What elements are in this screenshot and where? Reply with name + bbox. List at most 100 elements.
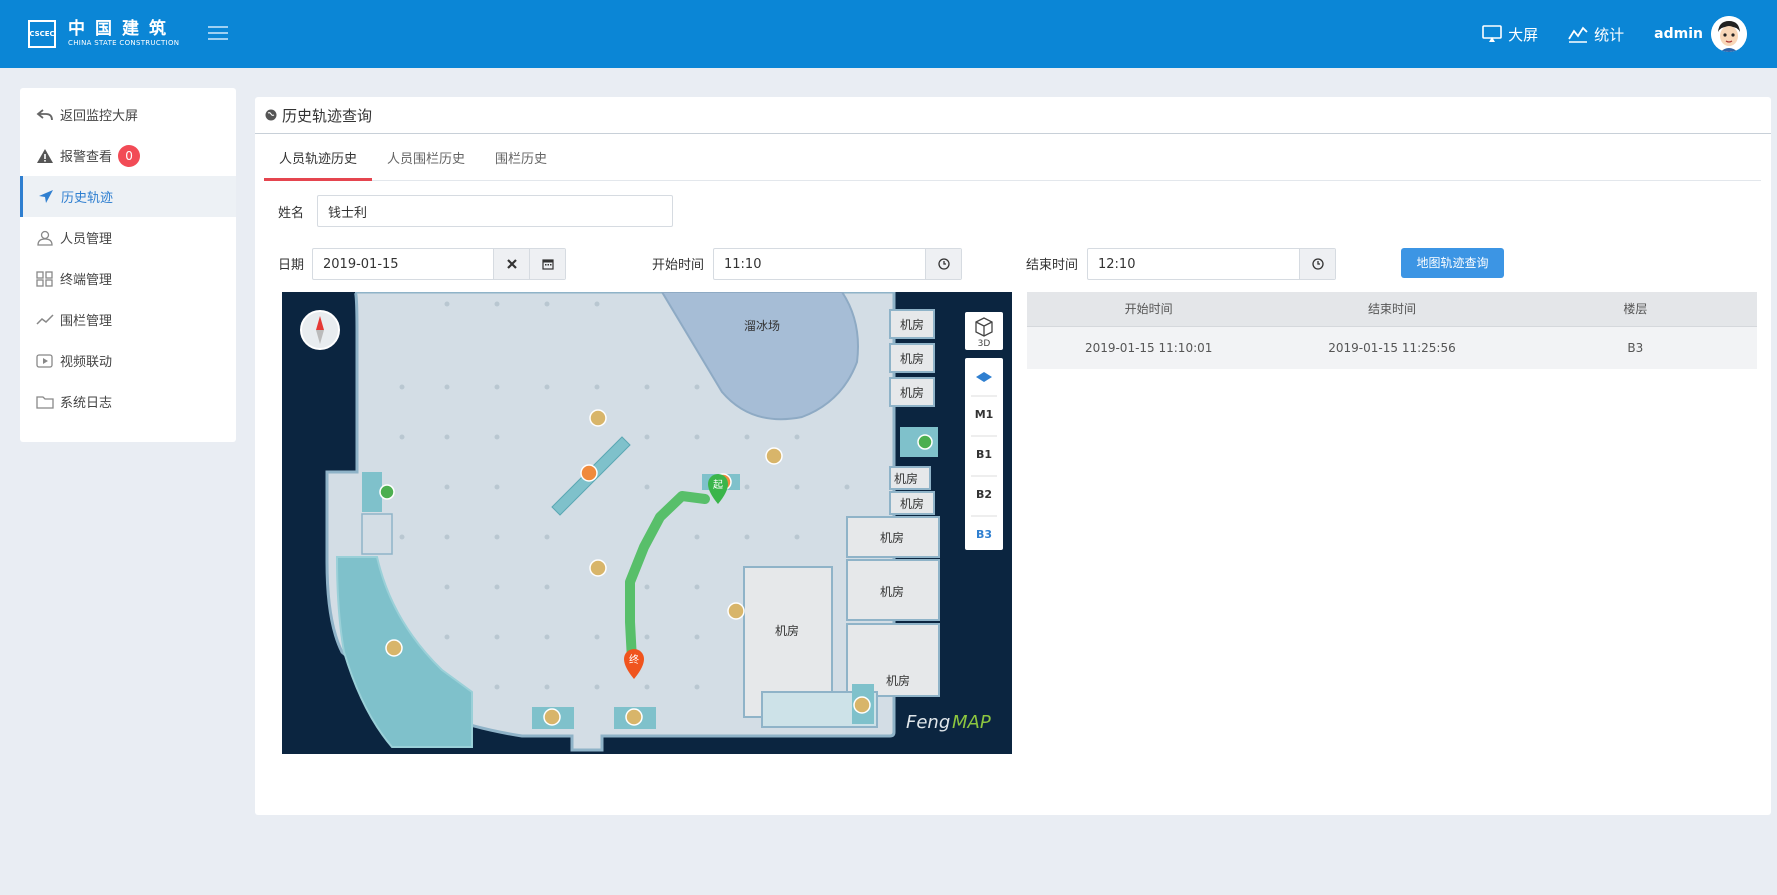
track-result-table: 开始时间 结束时间 楼层 2019-01-15 11:10:01 2019-01…: [1027, 292, 1757, 369]
cell-start-time: 2019-01-15 11:10:01: [1084, 341, 1213, 355]
end-time-wrapper: [1087, 248, 1336, 280]
view-3d-button[interactable]: 3D: [965, 312, 1003, 350]
logo-en: CHINA STATE CONSTRUCTION: [68, 39, 180, 47]
map-brand-map: MAP: [952, 712, 991, 733]
floor-m1-button[interactable]: M1: [975, 408, 994, 421]
line-chart-icon: [36, 313, 54, 325]
cell-end-time: 2019-01-15 11:25:56: [1328, 341, 1456, 355]
big-screen-link[interactable]: 大屏: [1482, 24, 1538, 45]
logo-mark: CSCEC: [28, 20, 56, 48]
clear-date-button[interactable]: [493, 249, 529, 279]
sidebar-item-logs[interactable]: 系统日志: [20, 381, 236, 422]
big-screen-label: 大屏: [1508, 25, 1539, 44]
page-title: 历史轨迹查询: [282, 106, 373, 125]
monitor-icon: [1482, 25, 1502, 42]
room-label: 机房: [900, 317, 924, 332]
logo[interactable]: CSCEC 中国建筑 CHINA STATE CONSTRUCTION: [28, 20, 179, 48]
view-3d-label: 3D: [978, 339, 991, 349]
room-label: 机房: [900, 496, 924, 511]
table-header: 开始时间 结束时间 楼层: [1027, 292, 1757, 327]
sidebar: 返回监控大屏 报警查看 0 历史轨迹 人员管理 终端管理 围栏管理 视频联动 系…: [20, 88, 236, 442]
date-field-wrapper: [312, 248, 566, 280]
start-time-picker-button[interactable]: [925, 249, 961, 279]
sidebar-item-label: 围栏管理: [60, 314, 113, 329]
start-time-wrapper: [713, 248, 962, 280]
tab-fence-history[interactable]: 围栏历史: [480, 144, 562, 181]
floor-b1-button[interactable]: B1: [976, 448, 992, 461]
header-end-time: 结束时间: [1367, 302, 1416, 316]
map-track-query-button[interactable]: 地图轨迹查询: [1401, 248, 1504, 278]
floor-b2-button[interactable]: B2: [976, 488, 992, 501]
sidebar-item-video[interactable]: 视频联动: [20, 340, 236, 381]
sidebar-item-label: 返回监控大屏: [60, 109, 139, 124]
sidebar-item-label: 终端管理: [60, 273, 113, 288]
user-menu[interactable]: admin: [1654, 16, 1747, 52]
floor-selector: M1 B1 B2 B3: [965, 358, 1003, 550]
sidebar-item-label: 报警查看: [60, 150, 113, 165]
stats-label: 统计: [1594, 25, 1625, 44]
date-picker-button[interactable]: [529, 249, 565, 279]
date-input[interactable]: [313, 249, 493, 279]
end-time-input[interactable]: [1088, 249, 1299, 279]
room-label: 机房: [894, 471, 918, 486]
start-marker-label: 起: [713, 479, 723, 491]
room-label: 机房: [880, 530, 904, 545]
location-arrow-icon: [39, 189, 53, 203]
room-label: 机房: [775, 623, 799, 638]
end-time-label: 结束时间: [1026, 258, 1079, 273]
tab-bar: 人员轨迹历史 人员围栏历史 围栏历史: [264, 144, 1761, 181]
sidebar-item-label: 人员管理: [60, 232, 113, 247]
sidebar-item-label: 历史轨迹: [61, 191, 114, 206]
close-icon: [506, 259, 517, 269]
end-marker-label: 终: [629, 653, 639, 666]
date-label: 日期: [278, 258, 305, 273]
panel-header: 历史轨迹查询: [255, 97, 1771, 134]
top-bar: CSCEC 中国建筑 CHINA STATE CONSTRUCTION 大屏 统…: [0, 0, 1777, 68]
user-icon: [37, 230, 53, 246]
calendar-icon: [541, 259, 554, 270]
floor-map[interactable]: 溜冰场 机房 机房 机房 机房 机房 机房 机房 机房 机房 起 终 Feng …: [282, 292, 1012, 754]
alarm-count-badge: 0: [118, 144, 141, 167]
sidebar-item-history[interactable]: 历史轨迹: [20, 176, 236, 217]
sidebar-item-users[interactable]: 人员管理: [20, 217, 236, 258]
start-time-input[interactable]: [714, 249, 925, 279]
start-time-label: 开始时间: [652, 258, 705, 273]
username: admin: [1654, 26, 1703, 42]
compass-icon[interactable]: [300, 310, 340, 350]
main-panel: 历史轨迹查询 人员轨迹历史 人员围栏历史 围栏历史 姓名 日期 开始时间 结束时…: [255, 97, 1771, 815]
avatar[interactable]: [1711, 16, 1747, 52]
tab-person-fence[interactable]: 人员围栏历史: [372, 144, 480, 181]
room-label: 机房: [900, 351, 924, 366]
clock-icon: [937, 258, 950, 270]
sidebar-item-alarm[interactable]: 报警查看 0: [20, 135, 236, 176]
table-row[interactable]: 2019-01-15 11:10:01 2019-01-15 11:25:56 …: [1027, 327, 1757, 369]
sidebar-item-label: 视频联动: [60, 355, 113, 370]
map-brand-feng: Feng: [906, 712, 950, 733]
room-label: 机房: [900, 385, 924, 400]
stats-link[interactable]: 统计: [1568, 24, 1624, 45]
ice-rink-label: 溜冰场: [744, 318, 780, 333]
room-label: 机房: [886, 673, 910, 688]
sidebar-item-label: 系统日志: [60, 396, 113, 411]
folder-icon: [36, 395, 54, 409]
clock-icon: [1311, 258, 1324, 270]
menu-toggle-icon[interactable]: [208, 26, 228, 40]
warning-icon: [37, 148, 53, 163]
room-label: 机房: [880, 584, 904, 599]
tab-person-track[interactable]: 人员轨迹历史: [264, 144, 373, 181]
name-input[interactable]: [318, 196, 668, 226]
globe-icon: [265, 109, 277, 121]
sidebar-item-back[interactable]: 返回监控大屏: [20, 94, 236, 135]
sidebar-item-fences[interactable]: 围栏管理: [20, 299, 236, 340]
video-icon: [36, 353, 53, 368]
back-icon: [36, 108, 53, 120]
stats-icon: [1568, 26, 1588, 43]
header-floor: 楼层: [1623, 302, 1648, 316]
logo-cn: 中国建筑: [68, 19, 176, 39]
header-start-time: 开始时间: [1124, 302, 1173, 316]
end-time-picker-button[interactable]: [1299, 249, 1335, 279]
floor-b3-button[interactable]: B3: [976, 528, 992, 541]
sidebar-item-terminals[interactable]: 终端管理: [20, 258, 236, 299]
name-label: 姓名: [278, 206, 305, 221]
name-field-wrapper: [317, 195, 673, 227]
